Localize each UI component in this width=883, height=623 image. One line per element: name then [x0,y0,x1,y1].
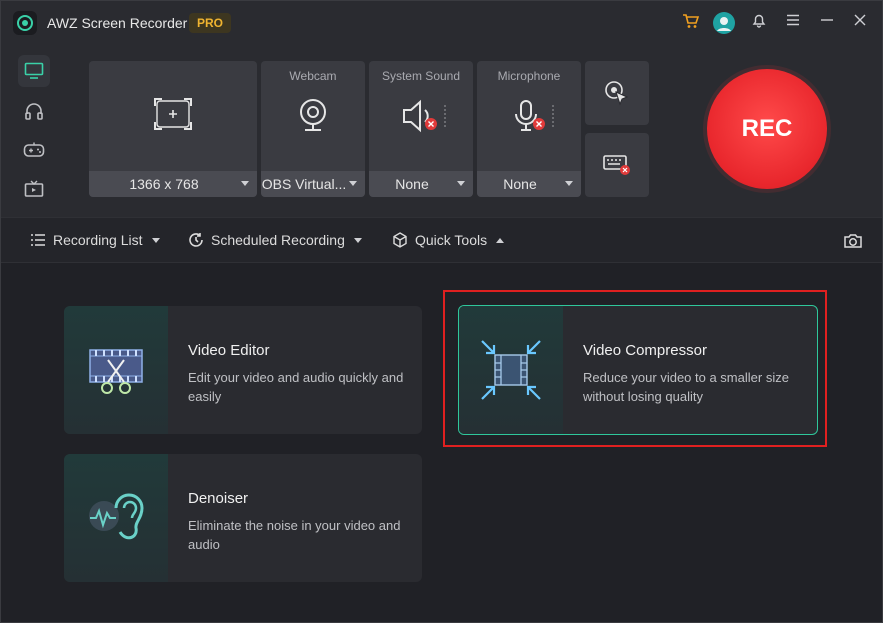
screen-mode-button[interactable] [18,55,50,87]
chevron-down-icon [565,181,573,186]
selection-highlight [443,290,827,447]
video-editor-card[interactable]: Video Editor Edit your video and audio q… [64,306,422,434]
game-mode-button[interactable] [18,134,50,166]
gamepad-icon [23,142,45,157]
chevron-down-icon [151,237,160,243]
pro-badge[interactable]: PRO [189,13,231,33]
title-bar: AWZ Screen Recorder PRO [1,1,882,45]
denoiser-desc: Eliminate the noise in your video and au… [188,518,401,552]
denoiser-ear-icon [89,493,144,540]
quick-tools-menu[interactable]: Quick Tools [391,231,505,249]
webcam-card[interactable]: Webcam OBS Virtual... [261,61,365,197]
system-sound-label: System Sound [381,69,461,83]
menu-icon[interactable] [782,12,804,34]
video-editor-icon [89,349,143,394]
system-sound-value: None [395,176,429,192]
keyboard-muted-icon [603,155,630,175]
webcam-label: Webcam [289,69,337,83]
bell-icon[interactable] [748,12,770,34]
microphone-muted-icon [513,99,563,144]
region-card[interactable]: 1366 x 768 [89,61,257,197]
screen-icon [24,62,44,79]
microphone-value: None [503,176,537,192]
app-logo-icon [13,11,37,35]
chevron-down-icon [241,181,249,186]
cube-icon [393,232,407,248]
region-select-icon [153,97,193,136]
scheduled-recording-label: Scheduled Recording [211,232,345,248]
region-size-dropdown[interactable]: 1366 x 768 [89,171,257,197]
chevron-up-icon [496,237,505,243]
chevron-down-icon [457,181,465,186]
tv-icon [24,180,44,197]
denoiser-title: Denoiser [188,490,249,507]
rec-button[interactable]: REC [707,69,827,189]
cursor-click-icon [605,81,629,106]
toolbar: Recording List Scheduled Recording Quick… [1,217,882,263]
close-icon[interactable] [849,12,871,34]
chevron-down-icon [353,237,362,243]
cursor-effect-button[interactable] [585,61,649,125]
list-icon [31,234,45,246]
scheduled-recording-menu[interactable]: Scheduled Recording [187,231,362,249]
keystroke-button[interactable] [585,133,649,197]
webcam-value: OBS Virtual... [261,176,347,192]
system-sound-card[interactable]: System Sound None [369,61,473,197]
app-title: AWZ Screen Recorder [47,15,188,31]
app-window: AWZ Screen Recorder PRO 1366 x 768 Webca… [0,0,883,623]
recording-list-label: Recording List [53,232,143,248]
minimize-icon[interactable] [816,12,838,34]
cart-icon[interactable] [680,12,702,34]
system-sound-dropdown[interactable]: None [369,171,473,197]
audio-mode-button[interactable] [18,95,50,127]
camera-icon [844,234,862,248]
left-nav [1,45,69,217]
webcam-dropdown[interactable]: OBS Virtual... [261,171,365,197]
video-editor-title: Video Editor [188,342,270,359]
microphone-dropdown[interactable]: None [477,171,581,197]
headphones-icon [25,103,43,120]
video-editor-desc: Edit your video and audio quickly and ea… [188,370,404,404]
recording-list-menu[interactable]: Recording List [29,231,160,249]
screenshot-button[interactable] [843,232,863,255]
microphone-card[interactable]: Microphone None [477,61,581,197]
recording-panel: 1366 x 768 Webcam OBS Virtual... System … [69,45,882,217]
denoiser-card[interactable]: Denoiser Eliminate the noise in your vid… [64,454,422,582]
quick-tools-label: Quick Tools [415,232,488,248]
webcam-icon [297,97,329,138]
chevron-down-icon [349,181,357,186]
speaker-muted-icon [401,99,451,144]
region-size-value: 1366 x 768 [129,176,199,192]
clock-icon [189,233,203,247]
tv-mode-button[interactable] [18,173,50,205]
avatar-icon[interactable] [713,12,735,34]
microphone-label: Microphone [497,69,561,83]
